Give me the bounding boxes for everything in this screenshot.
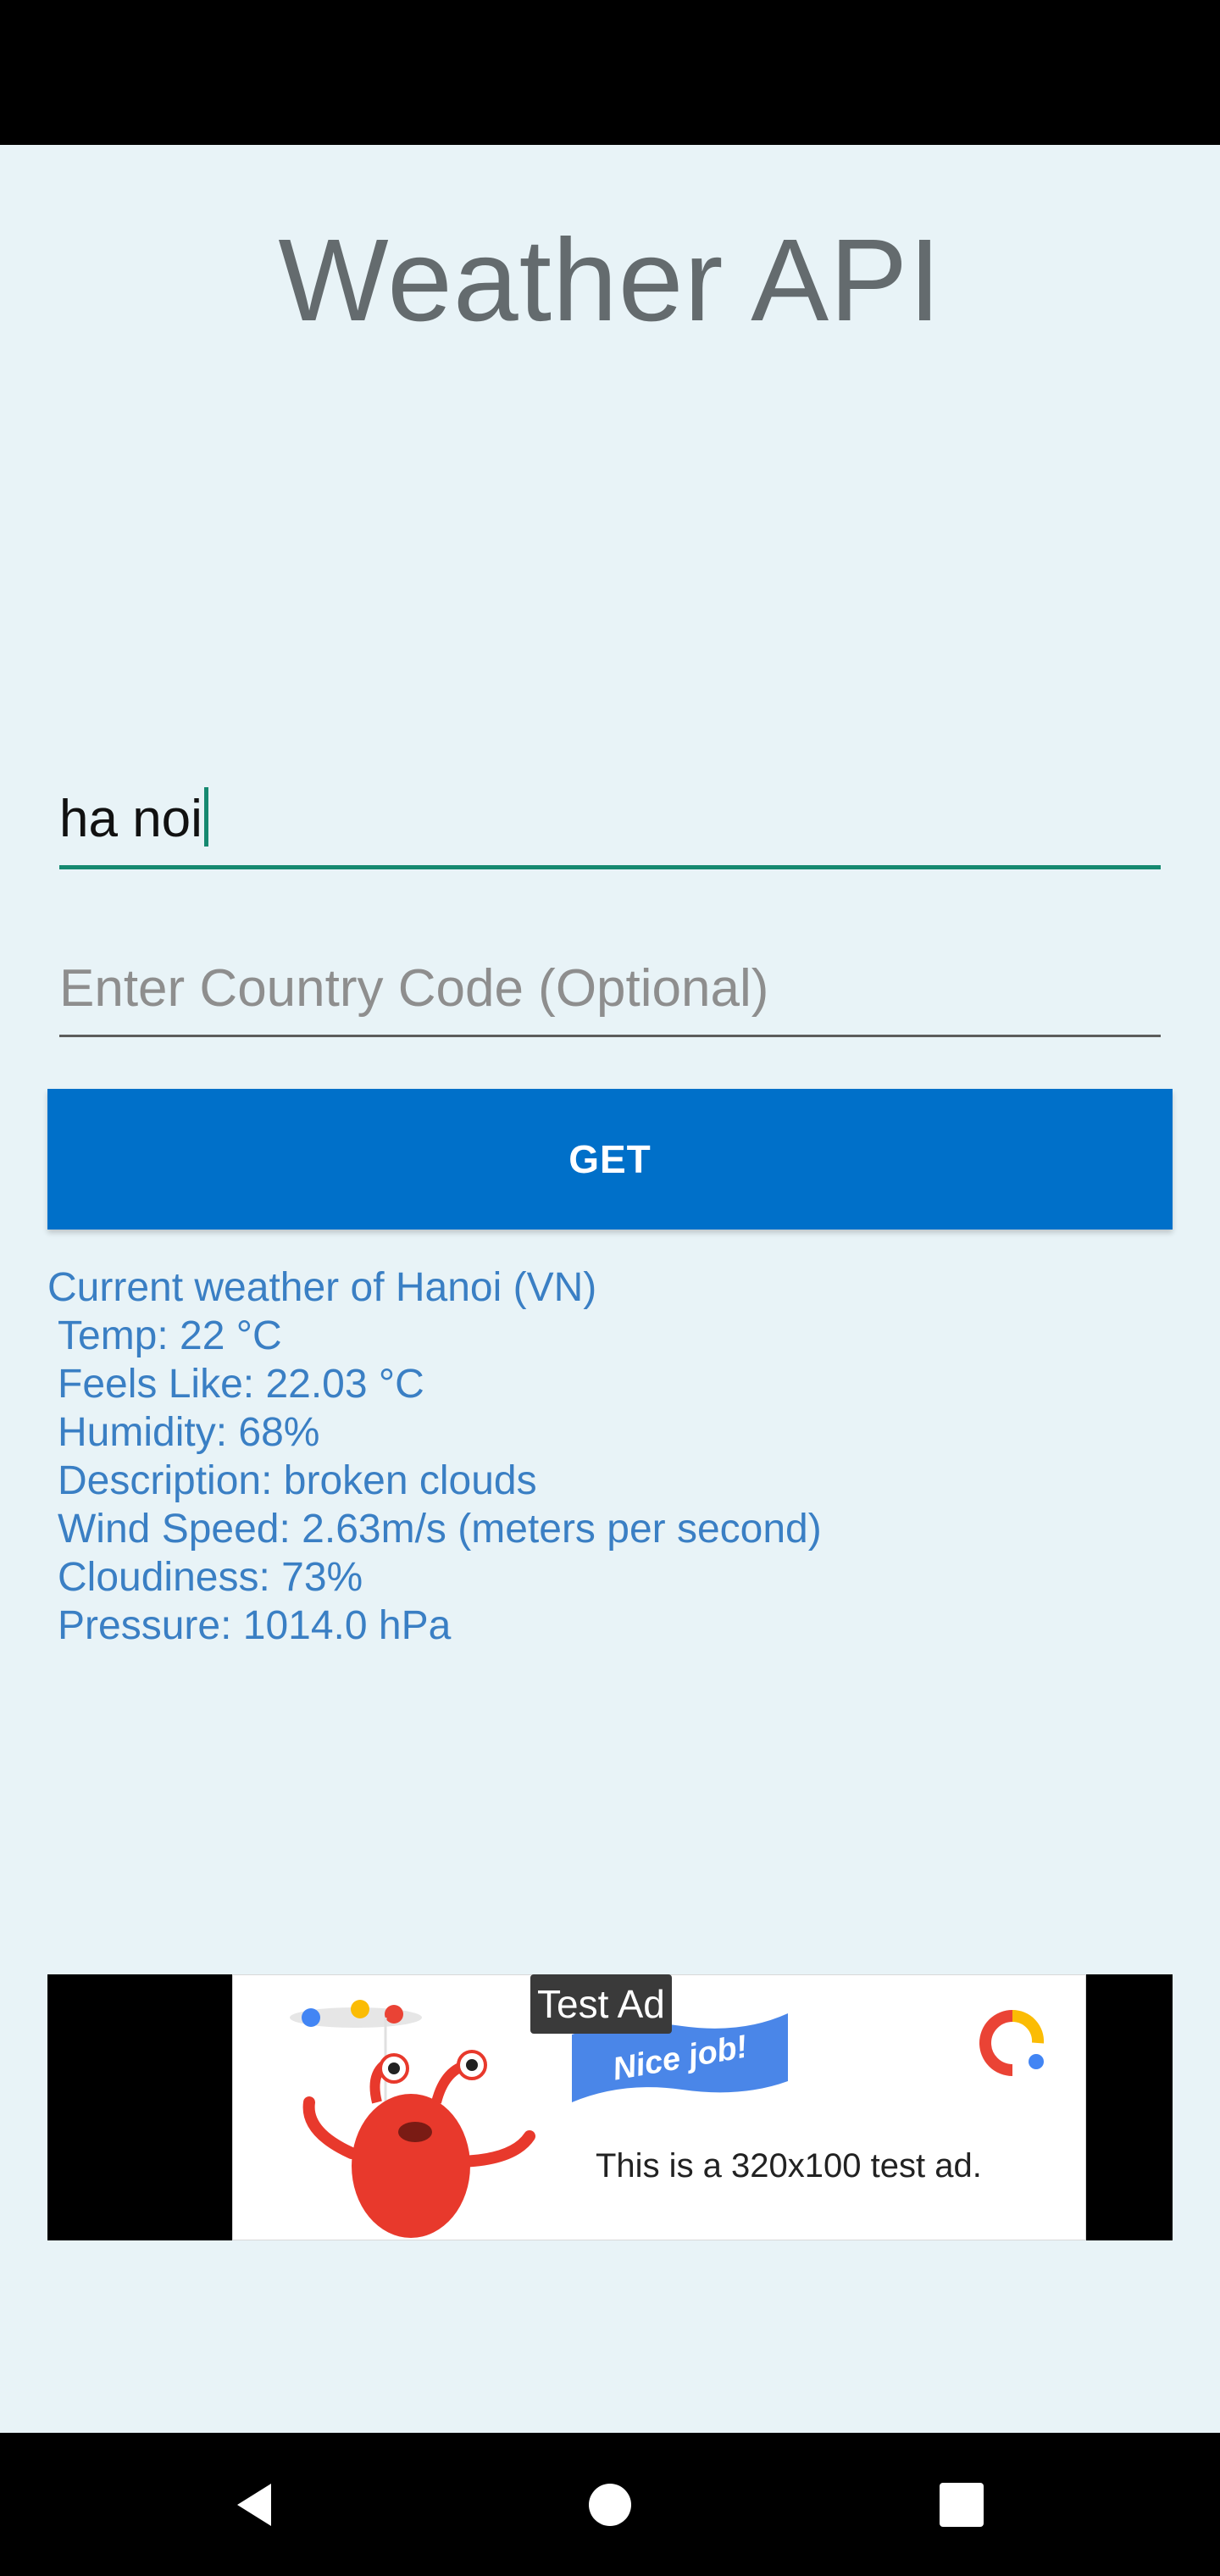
- result-temp: Temp: 22 °C: [58, 1313, 282, 1358]
- red-monster-mascot-icon: [290, 2000, 535, 2238]
- get-button[interactable]: GET: [47, 1089, 1173, 1230]
- country-code-input[interactable]: Enter Country Code (Optional): [59, 941, 1161, 1037]
- test-ad-label: Test Ad: [530, 1974, 672, 2034]
- status-bar: [0, 0, 1220, 145]
- result-cloudiness: Cloudiness: 73%: [58, 1555, 363, 1600]
- result-wind-speed: Wind Speed: 2.63m/s (meters per second): [58, 1507, 822, 1552]
- navigation-bar: [0, 2433, 1220, 2576]
- result-feels-like: Feels Like: 22.03 °C: [58, 1362, 424, 1407]
- recents-icon[interactable]: [932, 2475, 991, 2534]
- google-ads-logo-icon: [979, 2009, 1045, 2076]
- city-input-value: ha noi: [59, 790, 202, 848]
- back-icon[interactable]: [225, 2475, 284, 2534]
- page-title: Weather API: [278, 215, 942, 346]
- country-code-placeholder: Enter Country Code (Optional): [59, 959, 769, 1018]
- weather-result: Current weather of Hanoi (VN) Temp: 22 °…: [47, 1263, 1166, 1650]
- city-input[interactable]: ha noi: [59, 772, 1161, 869]
- result-heading: Current weather of Hanoi (VN): [47, 1265, 597, 1310]
- ad-text: This is a 320x100 test ad.: [596, 2147, 982, 2185]
- home-icon[interactable]: [580, 2475, 640, 2534]
- result-description: Description: broken clouds: [58, 1458, 537, 1503]
- result-pressure: Pressure: 1014.0 hPa: [58, 1603, 452, 1648]
- result-humidity: Humidity: 68%: [58, 1410, 320, 1455]
- text-cursor: [203, 787, 208, 847]
- ad-banner[interactable]: Nice job! This is a 320x100 test ad. Tes…: [47, 1974, 1173, 2240]
